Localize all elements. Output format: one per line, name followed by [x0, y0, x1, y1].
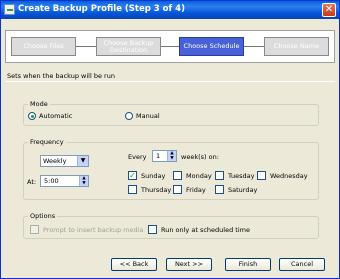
mode-group: Mode Automatic Manual [23, 100, 319, 126]
frequency-group: Frequency Weekly ▼ At: 5:00 ▲ ▼ Every 1 ▲… [23, 138, 319, 200]
prompt-media-checkbox[interactable] [30, 225, 39, 234]
wednesday-label[interactable]: Wednesday [270, 172, 308, 180]
step-choose-destination: Choose Backup Destination [96, 37, 161, 56]
title-bar: Create Backup Profile (Step 3 of 4) ✕ [1, 1, 339, 19]
saturday-label[interactable]: Saturday [228, 186, 257, 194]
mode-legend: Mode [28, 100, 50, 108]
options-group: Options Prompt to insert backup media Ru… [23, 212, 319, 239]
step-connector [244, 46, 264, 47]
app-icon [4, 4, 15, 15]
every-weeks-value: 1 [156, 152, 161, 160]
page-subtitle: Sets when the backup will be run [7, 72, 115, 80]
tuesday-checkbox[interactable] [215, 171, 224, 180]
frequency-period-select[interactable]: Weekly ▼ [40, 155, 89, 167]
wednesday-checkbox[interactable] [257, 171, 266, 180]
prompt-media-label: Prompt to insert backup media [43, 226, 144, 234]
frequency-period-value: Weekly [43, 157, 67, 165]
step-choose-name: Choose Name [264, 37, 329, 56]
thursday-checkbox[interactable] [128, 185, 137, 194]
cancel-button[interactable]: Cancel [279, 258, 325, 271]
step-choose-files: Choose Files [11, 37, 76, 56]
spinner-arrows-icon[interactable]: ▲ ▼ [167, 151, 176, 161]
automatic-radio[interactable] [28, 112, 36, 120]
step-connector [76, 46, 96, 47]
close-icon: ✕ [324, 4, 334, 15]
close-button[interactable]: ✕ [322, 3, 336, 17]
options-legend: Options [28, 212, 58, 220]
manual-label[interactable]: Manual [136, 112, 160, 120]
at-label: At: [27, 178, 37, 186]
chevron-down-icon[interactable]: ▼ [77, 156, 88, 166]
divider [5, 81, 335, 82]
spinner-arrows-icon[interactable]: ▲ ▼ [79, 176, 88, 186]
sunday-label[interactable]: Sunday [141, 172, 165, 180]
run-scheduled-checkbox[interactable] [148, 225, 157, 234]
time-input[interactable]: 5:00 ▲ ▼ [40, 175, 89, 187]
every-weeks-input[interactable]: 1 ▲ ▼ [152, 150, 177, 162]
monday-checkbox[interactable] [173, 171, 182, 180]
every-label: Every [128, 153, 147, 161]
time-value: 5:00 [44, 177, 59, 185]
step-choose-schedule: Choose Schedule [179, 37, 244, 56]
friday-checkbox[interactable] [173, 185, 182, 194]
friday-label[interactable]: Friday [186, 186, 206, 194]
backup-wizard-window: Create Backup Profile (Step 3 of 4) ✕ Ch… [0, 0, 340, 279]
window-title: Create Backup Profile (Step 3 of 4) [18, 4, 185, 14]
monday-label[interactable]: Monday [186, 172, 212, 180]
tuesday-label[interactable]: Tuesday [228, 172, 254, 180]
frequency-legend: Frequency [28, 138, 66, 146]
weeks-on-label: week(s) on: [181, 153, 219, 161]
run-scheduled-label[interactable]: Run only at scheduled time [161, 226, 250, 234]
saturday-checkbox[interactable] [215, 185, 224, 194]
sunday-checkbox[interactable]: ✓ [128, 171, 137, 180]
back-button[interactable]: << Back [111, 258, 157, 271]
step-connector [161, 46, 179, 47]
manual-radio[interactable] [125, 112, 133, 120]
thursday-label[interactable]: Thursday [141, 186, 171, 194]
wizard-steps: Choose Files Choose Backup Destination C… [5, 30, 335, 63]
automatic-label[interactable]: Automatic [39, 112, 72, 120]
next-button[interactable]: Next >> [166, 258, 212, 271]
finish-button[interactable]: Finish [225, 258, 271, 271]
